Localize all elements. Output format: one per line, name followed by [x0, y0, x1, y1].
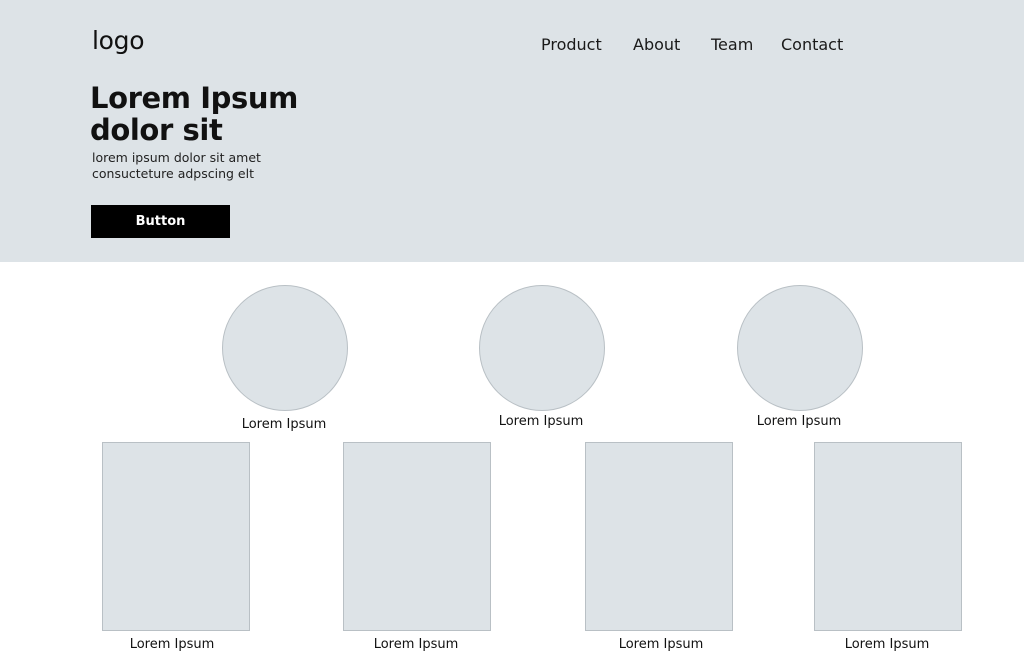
hero-title: Lorem Ipsum dolor sit [90, 82, 370, 146]
hero-subtitle-line-1: lorem ipsum dolor sit amet [92, 150, 261, 165]
feature-label: Lorem Ipsum [241, 417, 327, 432]
nav-product[interactable]: Product [541, 34, 602, 56]
hero-title-line-2: dolor sit [90, 113, 223, 147]
card-label: Lorem Ipsum [618, 637, 704, 652]
feature-image-placeholder [737, 285, 863, 411]
hero-cta-button[interactable]: Button [91, 205, 230, 238]
nav-team[interactable]: Team [711, 34, 753, 56]
logo[interactable]: logo [92, 26, 145, 56]
card-image-placeholder [343, 442, 491, 631]
feature-image-placeholder [222, 285, 348, 411]
card-image-placeholder [814, 442, 962, 631]
hero-subtitle: lorem ipsum dolor sit amet consucteture … [92, 150, 352, 182]
feature-image-placeholder [479, 285, 605, 411]
hero-title-line-1: Lorem Ipsum [90, 81, 298, 115]
card-image-placeholder [102, 442, 250, 631]
hero-section: logo Product About Team Contact Lorem Ip… [0, 0, 1024, 262]
nav-about[interactable]: About [633, 34, 680, 56]
card-label: Lorem Ipsum [129, 637, 215, 652]
feature-label: Lorem Ipsum [756, 414, 842, 429]
hero-subtitle-line-2: consucteture adpscing elt [92, 166, 254, 181]
card-image-placeholder [585, 442, 733, 631]
nav-contact[interactable]: Contact [781, 34, 843, 56]
feature-label: Lorem Ipsum [498, 414, 584, 429]
card-label: Lorem Ipsum [373, 637, 459, 652]
card-label: Lorem Ipsum [844, 637, 930, 652]
